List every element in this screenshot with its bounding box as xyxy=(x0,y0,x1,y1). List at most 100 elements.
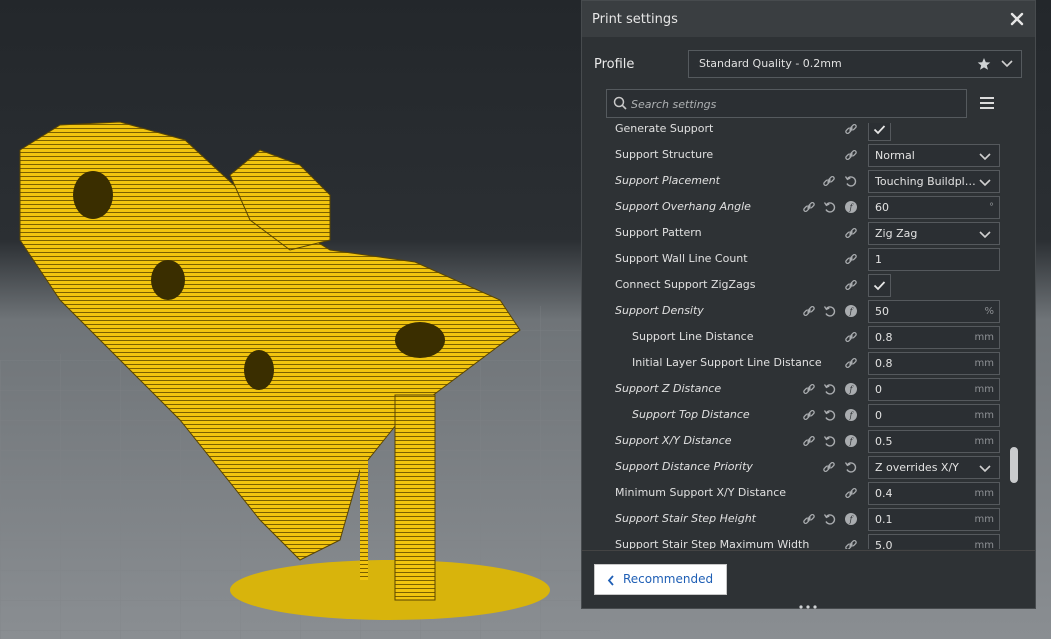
resize-grip-icon[interactable] xyxy=(796,604,820,610)
setting-label: Initial Layer Support Line Distance xyxy=(632,356,822,369)
setting-row: Support Density f 50% xyxy=(582,299,1022,325)
setting-value: 0 xyxy=(875,409,882,422)
link-icon xyxy=(803,513,815,525)
footer-divider xyxy=(582,550,1035,551)
profile-dropdown[interactable]: Standard Quality - 0.2mm xyxy=(688,50,1022,78)
setting-value: 0.1 xyxy=(875,513,893,526)
setting-label: Support Stair Step Height xyxy=(615,512,756,525)
setting-value: 60 xyxy=(875,201,889,214)
setting-label: Support Distance Priority xyxy=(615,460,753,473)
setting-input[interactable]: 60 ° xyxy=(868,196,1000,219)
setting-input[interactable]: 50% xyxy=(868,300,1000,323)
setting-unit: mm xyxy=(974,514,994,525)
setting-value: Normal xyxy=(875,149,915,162)
setting-input[interactable]: 0.5 mm xyxy=(868,430,1000,453)
panel-header: Print settings xyxy=(582,1,1035,37)
setting-label: Support X/Y Distance xyxy=(615,434,732,447)
setting-row: Support Stair Step Height f 0.1 mm xyxy=(582,507,1022,533)
setting-label: Support Density xyxy=(615,304,704,317)
setting-value: 0.4 xyxy=(875,487,893,500)
setting-input[interactable]: 0.8 mm xyxy=(868,352,1000,375)
chevron-left-icon xyxy=(607,575,614,586)
link-icon xyxy=(803,383,815,395)
setting-label: Generate Support xyxy=(615,123,714,135)
setting-row: Support Top Distance f 0 mm xyxy=(582,403,1022,429)
setting-input[interactable]: 0.1 mm xyxy=(868,508,1000,531)
setting-value: Z overrides X/Y xyxy=(875,461,959,474)
setting-input[interactable]: 0.8 mm xyxy=(868,326,1000,349)
link-icon xyxy=(803,201,815,213)
setting-input[interactable]: 5.0 mm xyxy=(868,534,1000,549)
setting-dropdown[interactable]: Normal xyxy=(868,144,1000,167)
link-icon xyxy=(845,539,857,549)
setting-row: Support Distance Priority Z overrides X/Y xyxy=(582,455,1022,481)
function-icon[interactable]: f xyxy=(844,408,858,422)
setting-dropdown[interactable]: Touching Buildpl… xyxy=(868,170,1000,193)
reset-icon[interactable] xyxy=(823,408,837,422)
menu-icon[interactable] xyxy=(980,97,994,109)
settings-scrollbar[interactable] xyxy=(1010,447,1018,483)
reset-icon[interactable] xyxy=(844,460,858,474)
setting-unit: mm xyxy=(974,436,994,447)
setting-value: Touching Buildpl… xyxy=(875,175,976,188)
recommended-button[interactable]: Recommended xyxy=(594,564,727,595)
search-box[interactable] xyxy=(606,89,967,118)
setting-row: Support Placement Touching Buildpl… xyxy=(582,169,1022,195)
setting-unit: mm xyxy=(974,358,994,369)
reset-icon[interactable] xyxy=(823,200,837,214)
link-icon xyxy=(823,461,835,473)
setting-row: Support Overhang Angle f 60 ° xyxy=(582,195,1022,221)
setting-unit: ° xyxy=(989,202,994,213)
setting-checkbox[interactable] xyxy=(868,274,891,297)
setting-checkbox[interactable] xyxy=(868,123,891,141)
reset-icon[interactable] xyxy=(823,512,837,526)
setting-label: Support Top Distance xyxy=(632,408,750,421)
reset-icon[interactable] xyxy=(823,434,837,448)
setting-dropdown[interactable]: Z overrides X/Y xyxy=(868,456,1000,479)
star-icon[interactable] xyxy=(977,57,991,71)
panel-title: Print settings xyxy=(592,11,678,27)
setting-value: 0.8 xyxy=(875,357,893,370)
link-icon xyxy=(845,279,857,291)
settings-list[interactable]: Generate Support Support Structure Normal S… xyxy=(582,123,1022,549)
setting-row: Support Pattern Zig Zag xyxy=(582,221,1022,247)
reset-icon[interactable] xyxy=(844,174,858,188)
setting-value: 0 xyxy=(875,383,882,396)
setting-input[interactable]: 0 mm xyxy=(868,404,1000,427)
setting-row: Support Wall Line Count 1 xyxy=(582,247,1022,273)
chevron-down-icon xyxy=(979,153,991,161)
setting-input[interactable]: 1 xyxy=(868,248,1000,271)
reset-icon[interactable] xyxy=(823,382,837,396)
recommended-label: Recommended xyxy=(623,572,714,586)
print-settings-panel: Print settings Profile Standard Quality … xyxy=(581,0,1036,609)
close-icon[interactable] xyxy=(1009,11,1025,27)
function-icon[interactable]: f xyxy=(844,434,858,448)
link-icon xyxy=(845,357,857,369)
setting-label: Support Pattern xyxy=(615,226,702,239)
search-icon xyxy=(613,96,627,110)
setting-row: Support Structure Normal xyxy=(582,143,1022,169)
setting-row: Connect Support ZigZags xyxy=(582,273,1022,299)
model-brim xyxy=(230,560,550,620)
setting-row: Support X/Y Distance f 0.5 mm xyxy=(582,429,1022,455)
reset-icon[interactable] xyxy=(823,304,837,318)
chevron-down-icon xyxy=(979,465,991,473)
link-icon xyxy=(845,227,857,239)
function-icon[interactable]: f xyxy=(844,200,858,214)
setting-dropdown[interactable]: Zig Zag xyxy=(868,222,1000,245)
setting-input[interactable]: 0.4 mm xyxy=(868,482,1000,505)
setting-label: Support Structure xyxy=(615,148,714,161)
link-icon xyxy=(803,409,815,421)
function-icon[interactable]: f xyxy=(844,512,858,526)
function-icon[interactable]: f xyxy=(844,304,858,318)
setting-label: Support Overhang Angle xyxy=(615,200,751,213)
setting-unit: mm xyxy=(974,332,994,343)
link-icon xyxy=(845,253,857,265)
link-icon xyxy=(845,331,857,343)
search-input[interactable] xyxy=(629,94,953,115)
setting-input[interactable]: 0 mm xyxy=(868,378,1000,401)
profile-row: Profile Standard Quality - 0.2mm xyxy=(582,49,1035,81)
function-icon[interactable]: f xyxy=(844,382,858,396)
profile-label: Profile xyxy=(594,57,635,72)
setting-label: Support Z Distance xyxy=(615,382,722,395)
